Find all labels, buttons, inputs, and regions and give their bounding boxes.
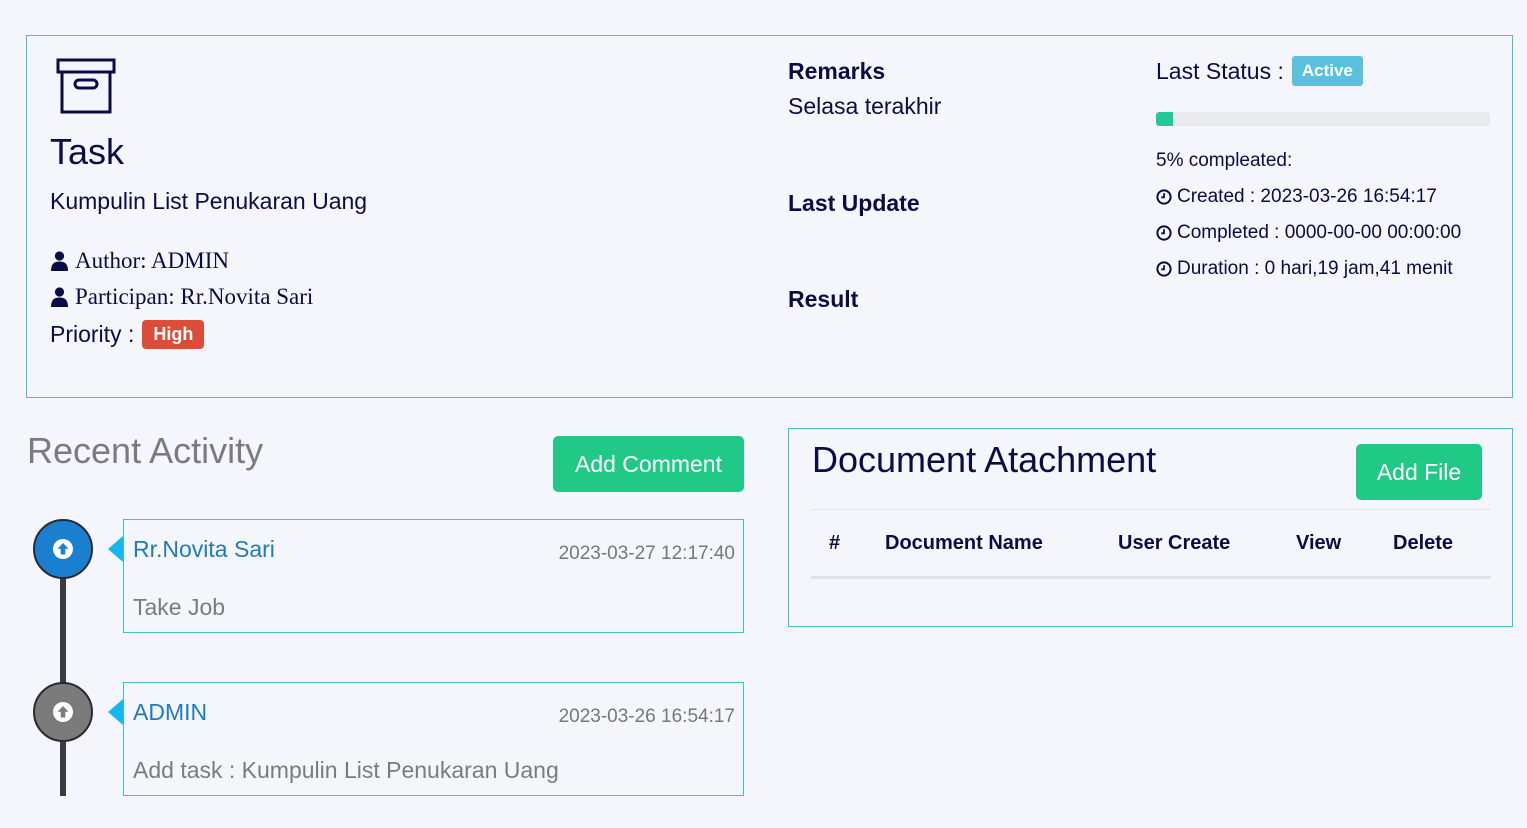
clock-icon xyxy=(1156,261,1172,277)
archive-box-icon xyxy=(56,58,116,114)
created-row: Created : 2023-03-26 16:54:17 xyxy=(1156,186,1437,208)
progress-bar xyxy=(1156,112,1490,126)
progress-fill xyxy=(1156,112,1173,126)
status-badge: Active xyxy=(1291,56,1363,86)
add-comment-button[interactable]: Add Comment xyxy=(553,436,744,492)
clock-icon xyxy=(1156,225,1172,241)
activity-time: 2023-03-27 12:17:40 xyxy=(558,543,735,564)
created-text: Created : 2023-03-26 16:54:17 xyxy=(1177,186,1437,207)
column-view: View xyxy=(1296,509,1393,579)
author-label: Author: ADMIN xyxy=(75,248,229,273)
priority-label: Priority : xyxy=(50,321,135,347)
participant-row: Participan: Rr.Novita Sari xyxy=(50,284,313,310)
activity-item: ADMIN 2023-03-26 16:54:17 Add task : Kum… xyxy=(108,682,744,796)
table-header-row: # Document Name User Create View Delete xyxy=(811,509,1491,579)
column-delete: Delete xyxy=(1393,509,1491,579)
progress-text: 5% compleated: xyxy=(1156,150,1293,171)
remarks-value: Selasa terakhir xyxy=(788,93,942,119)
clock-icon xyxy=(1156,189,1172,205)
document-table: # Document Name User Create View Delete xyxy=(811,509,1491,579)
activity-time: 2023-03-26 16:54:17 xyxy=(558,706,735,727)
activity-item: Rr.Novita Sari 2023-03-27 12:17:40 Take … xyxy=(108,519,744,633)
duration-row: Duration : 0 hari,19 jam,41 menit xyxy=(1156,258,1453,280)
column-user-create: User Create xyxy=(1118,509,1296,579)
arrow-up-icon xyxy=(53,702,73,722)
completed-row: Completed : 0000-00-00 00:00:00 xyxy=(1156,222,1461,244)
task-name: Kumpulin List Penukaran Uang xyxy=(50,188,368,214)
activity-body: Take Job xyxy=(133,594,226,620)
last-update-label: Last Update xyxy=(788,190,920,216)
timeline-marker xyxy=(33,682,93,742)
task-title: Task xyxy=(50,131,125,172)
user-icon xyxy=(51,287,68,307)
document-attachment-card: Document Atachment Add File # Document N… xyxy=(788,428,1513,627)
task-card: Task Kumpulin List Penukaran Uang Author… xyxy=(26,35,1513,398)
activity-user[interactable]: Rr.Novita Sari xyxy=(133,536,275,563)
timeline-pointer xyxy=(108,699,123,725)
timeline-line xyxy=(60,548,66,796)
duration-text: Duration : 0 hari,19 jam,41 menit xyxy=(1177,258,1453,279)
priority-badge: High xyxy=(142,320,205,349)
user-icon xyxy=(51,251,68,271)
arrow-up-icon xyxy=(53,539,73,559)
result-label: Result xyxy=(788,286,859,312)
timeline-marker xyxy=(33,519,93,579)
timeline-pointer xyxy=(108,536,123,562)
priority-row: Priority : High xyxy=(50,320,205,349)
author-row: Author: ADMIN xyxy=(50,248,229,274)
remarks-label: Remarks xyxy=(788,58,886,84)
column-number: # xyxy=(811,509,885,579)
activity-user[interactable]: ADMIN xyxy=(133,699,207,726)
participant-label: Participan: Rr.Novita Sari xyxy=(75,284,314,309)
last-status-label: Last Status : xyxy=(1156,57,1284,84)
column-document-name: Document Name xyxy=(885,509,1118,579)
activity-body: Add task : Kumpulin List Penukaran Uang xyxy=(133,757,559,783)
last-status-row: Last Status : Active xyxy=(1156,56,1363,86)
recent-activity-title: Recent Activity xyxy=(27,430,264,471)
add-file-button[interactable]: Add File xyxy=(1356,444,1482,500)
document-title: Document Atachment xyxy=(812,439,1157,480)
completed-text: Completed : 0000-00-00 00:00:00 xyxy=(1177,222,1462,243)
